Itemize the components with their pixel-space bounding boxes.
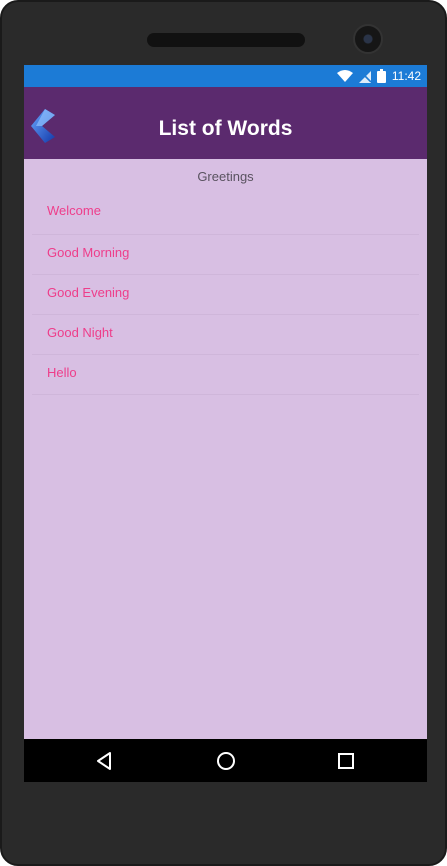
nav-home-button[interactable]: [215, 750, 237, 772]
list-item-good-morning[interactable]: Good Morning: [32, 235, 419, 275]
navigation-bar: [24, 739, 427, 782]
list-item-good-evening[interactable]: Good Evening: [32, 275, 419, 315]
word-list: Welcome Good Morning Good Evening Good N…: [32, 195, 419, 395]
group-header: Greetings: [197, 169, 254, 184]
phone-speaker: [147, 33, 305, 47]
list-item-good-night[interactable]: Good Night: [32, 315, 419, 355]
content: Greetings Welcome Good Morning Good Even…: [24, 159, 427, 395]
wifi-icon: [336, 70, 353, 82]
battery-icon: [376, 69, 386, 83]
status-time: 11:42: [391, 69, 421, 83]
status-icons: 11:42: [336, 68, 421, 84]
nav-recents-button[interactable]: [335, 750, 357, 772]
back-triangle-icon: [97, 752, 111, 770]
screen: 11:42 List of Words Greetings Welcome Go…: [24, 65, 427, 782]
page-title: List of Words: [158, 117, 293, 140]
nav-back-button[interactable]: [94, 750, 116, 772]
status-bar: 11:42: [24, 65, 427, 87]
list-item-hello[interactable]: Hello: [32, 355, 419, 395]
app-bar: List of Words: [24, 87, 427, 159]
phone-frame: 11:42 List of Words Greetings Welcome Go…: [0, 0, 447, 866]
home-circle-icon: [217, 752, 235, 770]
phone-camera: [353, 24, 383, 54]
recents-square-icon: [338, 753, 354, 769]
no-sim-icon: [358, 69, 371, 83]
list-item-welcome[interactable]: Welcome: [32, 195, 419, 235]
